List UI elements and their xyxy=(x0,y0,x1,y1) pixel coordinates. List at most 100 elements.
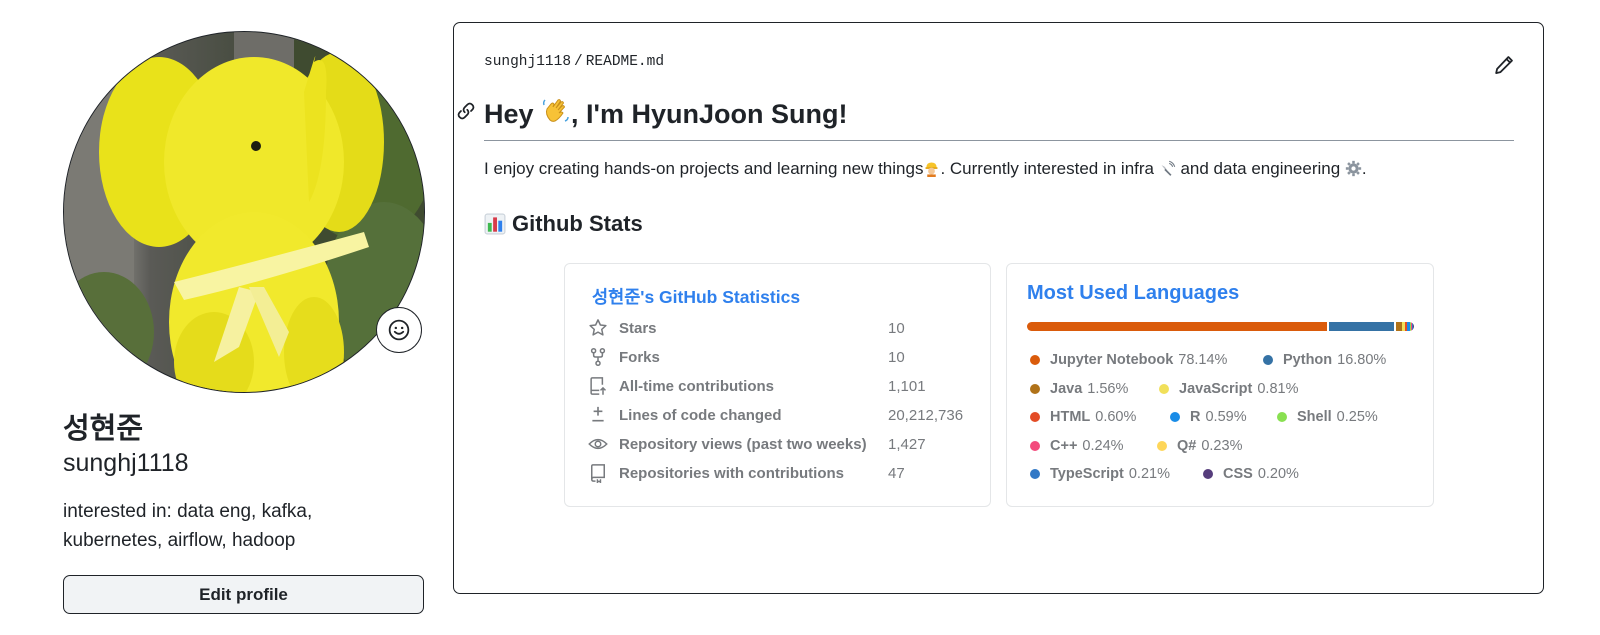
language-item: Q# 0.23% xyxy=(1157,438,1242,454)
language-name: Python xyxy=(1283,352,1333,368)
github-stats-card: 성현준's GitHub Statistics Stars 10 Forks 1… xyxy=(564,263,991,507)
language-color-dot xyxy=(1030,469,1040,479)
readme-heading-post: , I'm HyunJoon Sung! xyxy=(571,99,848,129)
language-name: TypeScript xyxy=(1050,466,1124,482)
language-bar-segment xyxy=(1027,322,1328,331)
stats-card-title: 성현준's GitHub Statistics xyxy=(592,287,801,307)
language-name: Java xyxy=(1050,381,1083,397)
language-color-dot xyxy=(1030,412,1040,422)
language-item: TypeScript 0.21% xyxy=(1030,466,1170,482)
language-item: Jupyter Notebook 78.14% xyxy=(1030,352,1227,368)
language-item: Shell 0.25% xyxy=(1277,409,1378,425)
stat-label: Repositories with contributions xyxy=(619,464,845,482)
language-item: HTML 0.60% xyxy=(1030,409,1136,425)
language-item: Python 16.80% xyxy=(1263,352,1386,368)
readme-heading: Hey , I'm HyunJoon Sung! xyxy=(484,96,1514,141)
eye-icon xyxy=(588,438,608,450)
smiley-icon xyxy=(388,319,410,341)
star-icon xyxy=(589,319,607,336)
stat-value: 10 xyxy=(888,348,905,366)
language-name: CSS xyxy=(1223,466,1253,482)
language-percent: 0.60% xyxy=(1095,409,1137,425)
avatar-container xyxy=(63,31,425,393)
stat-value: 47 xyxy=(888,464,905,482)
language-item: CSS 0.20% xyxy=(1203,466,1299,482)
readme-heading-pre: Hey xyxy=(484,99,542,129)
language-item: Java 1.56% xyxy=(1030,381,1128,397)
language-percent: 0.59% xyxy=(1205,409,1247,425)
language-color-dot xyxy=(1030,384,1040,394)
language-color-dot xyxy=(1170,412,1180,422)
pencil-icon[interactable] xyxy=(1493,54,1515,76)
language-color-dot xyxy=(1030,441,1040,451)
language-item: C++ 0.24% xyxy=(1030,438,1124,454)
language-name: HTML xyxy=(1050,409,1091,425)
language-color-dot xyxy=(1263,355,1273,365)
readme-path-user[interactable]: sunghj1118 xyxy=(484,54,571,70)
language-name: Jupyter Notebook xyxy=(1050,352,1174,368)
language-color-dot xyxy=(1030,355,1040,365)
language-color-dot xyxy=(1203,469,1213,479)
stat-value: 1,427 xyxy=(888,435,926,453)
anchor-link-icon[interactable] xyxy=(456,101,476,121)
language-name: R xyxy=(1190,409,1201,425)
language-item: JavaScript 0.81% xyxy=(1159,381,1298,397)
stat-row-repo-views: Repository views (past two weeks) 1,427 xyxy=(587,433,926,455)
language-percent: 0.21% xyxy=(1128,466,1170,482)
stat-row-contributions: All-time contributions 1,101 xyxy=(587,375,926,397)
language-color-dot xyxy=(1157,441,1167,451)
readme-intro: I enjoy creating hands-on projects and l… xyxy=(484,156,1367,182)
languages-card-title: Most Used Languages xyxy=(1027,282,1240,304)
language-percent: 0.25% xyxy=(1336,409,1378,425)
language-percent: 0.20% xyxy=(1257,466,1299,482)
readme-breadcrumb: sunghj1118/README.md xyxy=(484,54,664,70)
stat-label: Lines of code changed xyxy=(619,406,782,424)
language-bar-segment xyxy=(1413,322,1414,331)
profile-username: sunghj1118 xyxy=(63,449,189,477)
stat-value: 10 xyxy=(888,319,905,337)
readme-path-file[interactable]: README.md xyxy=(586,54,664,70)
avatar-image xyxy=(64,32,424,392)
stat-value: 1,101 xyxy=(888,377,926,395)
stat-value: 20,212,736 xyxy=(888,406,964,424)
waving-hand-icon xyxy=(542,99,569,122)
readme-intro-part-1: I enjoy creating hands-on projects and l… xyxy=(484,159,924,178)
most-used-languages-card: Most Used Languages Jupyter Notebook 78.1… xyxy=(1006,263,1434,507)
construction-worker-icon xyxy=(926,162,938,177)
github-stats-heading: Github Stats xyxy=(484,209,643,239)
language-name: JavaScript xyxy=(1179,381,1253,397)
stat-label: Forks xyxy=(619,348,660,366)
language-percent: 0.81% xyxy=(1257,381,1299,397)
language-color-dot xyxy=(1277,412,1287,422)
diff-icon xyxy=(592,406,604,422)
edit-profile-button[interactable]: Edit profile xyxy=(63,575,424,614)
profile-display-name: 성현준 xyxy=(63,413,144,445)
stat-label: All-time contributions xyxy=(619,377,774,395)
language-percent: 0.24% xyxy=(1082,438,1124,454)
readme-intro-part-2: . Currently interested in infra xyxy=(940,159,1159,178)
language-name: Shell xyxy=(1297,409,1332,425)
bar-chart-icon xyxy=(484,213,506,235)
set-status-button[interactable] xyxy=(376,307,422,353)
github-stats-title: Github Stats xyxy=(512,211,643,236)
language-percent: 16.80% xyxy=(1337,352,1387,368)
languages-progress-bar xyxy=(1027,322,1414,331)
stat-label: Repository views (past two weeks) xyxy=(619,435,867,453)
language-percent: 78.14% xyxy=(1178,352,1228,368)
avatar[interactable] xyxy=(63,31,425,393)
fork-icon xyxy=(590,347,606,366)
stat-row-forks: Forks 10 xyxy=(587,346,905,368)
language-bar-segment xyxy=(1329,322,1395,331)
readme-panel: sunghj1118/README.md Hey , I'm HyunJoon … xyxy=(453,22,1544,594)
stat-row-repos-contributed: Repositories with contributions 47 xyxy=(587,462,905,484)
gear-icon xyxy=(1345,160,1362,177)
readme-intro-part-3: and data engineering xyxy=(1175,159,1345,178)
language-item: R 0.59% xyxy=(1170,409,1247,425)
language-color-dot xyxy=(1159,384,1169,394)
readme-intro-part-4: . xyxy=(1361,159,1367,178)
satellite-antenna-icon xyxy=(1161,160,1175,176)
readme-path-separator: / xyxy=(574,54,583,70)
language-name: Q# xyxy=(1177,438,1197,454)
repo-icon xyxy=(590,464,605,483)
stat-label: Stars xyxy=(619,319,657,337)
